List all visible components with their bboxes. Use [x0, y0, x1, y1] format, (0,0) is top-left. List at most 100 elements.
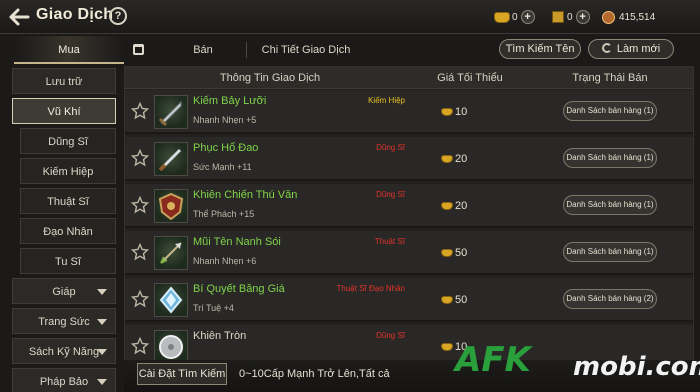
sale-list-button[interactable]: Danh Sách bán hàng (1): [563, 242, 657, 262]
item-stat: Sức Mạnh +11: [193, 162, 252, 172]
item-icon-frame[interactable]: [154, 142, 188, 176]
sidebar-item-armor[interactable]: Giáp: [12, 278, 116, 304]
page-title: Giao Dịch: [36, 6, 114, 23]
sidebar-item-label: Tu Sĩ: [55, 256, 81, 268]
sword-icon: [158, 100, 182, 127]
item-icon-frame[interactable]: [154, 330, 188, 364]
category-sidebar: Lưu trữ Vũ Khí Dũng Sĩ Kiếm Hiệp Thuật S…: [8, 68, 120, 392]
sidebar-item-artifact[interactable]: Pháp Bảo: [12, 368, 116, 392]
tab-bar: Mua Bán Chi Tiết Giao Dịch Tìm Kiếm Tên …: [0, 36, 700, 64]
gold-ingot-icon: [441, 296, 453, 304]
header-min-price: Giá Tối Thiểu: [437, 72, 503, 84]
search-settings-button[interactable]: Cài Đặt Tìm Kiếm: [137, 363, 227, 385]
item-price-value: 10: [455, 106, 468, 118]
add-gold-button[interactable]: +: [520, 10, 535, 24]
watermark-part1: AFK: [455, 340, 531, 380]
favorite-star-icon[interactable]: [131, 149, 149, 167]
item-icon-frame[interactable]: [154, 236, 188, 270]
item-stat: Nhanh Nhẹn +6: [193, 256, 257, 266]
sale-list-button[interactable]: Danh Sách bán hàng (2): [563, 289, 657, 309]
sidebar-item-thuat-si[interactable]: Thuật Sĩ: [20, 188, 116, 214]
item-class-tag: Thuật Sĩ: [374, 237, 405, 246]
tab-sell[interactable]: Bán: [170, 36, 236, 64]
currency-gold-value: 0: [512, 11, 518, 23]
item-class-tag: Dũng Sĩ: [376, 143, 405, 152]
tab-detail[interactable]: Chi Tiết Giao Dịch: [256, 36, 356, 64]
refresh-button[interactable]: Làm mới: [588, 39, 674, 59]
watermark-part2: mobi.com: [573, 352, 700, 382]
round-shield-icon: [159, 335, 183, 359]
favorite-star-icon[interactable]: [131, 243, 149, 261]
item-price: 10: [441, 105, 467, 119]
table-row[interactable]: Kiếm Bảy Lưỡi Nhanh Nhẹn +5 Kiếm Hiệp 10 Dan…: [125, 90, 693, 134]
back-arrow-icon[interactable]: [8, 7, 30, 27]
sidebar-item-storage[interactable]: Lưu trữ: [12, 68, 116, 94]
item-price: 50: [441, 246, 467, 260]
tab-active-indicator: [14, 62, 124, 64]
sale-list-button[interactable]: Danh Sách bán hàng (1): [563, 101, 657, 121]
item-price: 20: [441, 199, 467, 213]
refresh-icon: [601, 43, 612, 53]
add-ticket-button[interactable]: +: [575, 10, 590, 24]
item-name: Bí Quyết Băng Giá: [193, 283, 285, 295]
gold-ingot-icon: [441, 343, 453, 351]
item-stat: Thể Phách +15: [193, 209, 255, 219]
coin-icon: [602, 10, 615, 24]
search-name-button[interactable]: Tìm Kiếm Tên: [499, 39, 581, 59]
item-stat: Trí Tuệ +4: [193, 303, 234, 313]
tab-buy[interactable]: Mua: [14, 36, 124, 64]
chevron-down-icon: [97, 379, 107, 385]
favorite-star-icon[interactable]: [131, 196, 149, 214]
watermark-logo: AFK mobi.com: [455, 340, 700, 392]
sale-list-button[interactable]: Danh Sách bán hàng (1): [563, 148, 657, 168]
item-price-value: 50: [455, 247, 468, 259]
help-icon[interactable]: ?: [109, 7, 127, 25]
item-stat: Nhanh Nhẹn +5: [193, 115, 257, 125]
currency-ticket-value: 0: [567, 11, 573, 23]
tab-divider: [246, 42, 247, 58]
sidebar-item-label: Thuật Sĩ: [47, 196, 89, 208]
sidebar-item-jewelry[interactable]: Trang Sức: [12, 308, 116, 334]
sidebar-item-label: Sách Kỹ Năng: [28, 346, 100, 358]
currency-ticket: 0 +: [552, 9, 590, 25]
table-row[interactable]: Mũi Tên Nanh Sói Nhanh Nhẹn +6 Thuật Sĩ 50 D…: [125, 231, 693, 275]
sidebar-item-label: Đạo Nhân: [43, 226, 93, 238]
item-class-tag: Kiếm Hiệp: [368, 96, 405, 105]
item-name: Khiên Tròn: [193, 330, 247, 342]
ticket-icon: [552, 11, 564, 23]
ice-icon: [159, 286, 183, 314]
sidebar-item-weapon[interactable]: Vũ Khí: [12, 98, 116, 124]
favorite-star-icon[interactable]: [131, 102, 149, 120]
sidebar-item-dung-si[interactable]: Dũng Sĩ: [20, 128, 116, 154]
table-row[interactable]: Phục Hổ Đao Sức Mạnh +11 Dũng Sĩ 20 Danh Sác…: [125, 137, 693, 181]
gold-ingot-icon: [441, 202, 453, 210]
item-price: 20: [441, 152, 467, 166]
table-row[interactable]: Bí Quyết Băng Giá Trí Tuệ +4 Thuật Sĩ Đạo …: [125, 278, 693, 322]
chevron-down-icon: [97, 349, 107, 355]
gold-ingot-icon: [441, 155, 453, 163]
sidebar-item-skill-book[interactable]: Sách Kỹ Năng: [12, 338, 116, 364]
sidebar-item-dao-nhan[interactable]: Đạo Nhân: [20, 218, 116, 244]
item-price-value: 20: [455, 200, 468, 212]
chevron-down-icon: [97, 319, 107, 325]
item-icon-frame[interactable]: [154, 95, 188, 129]
currency-gold: 0 +: [494, 9, 535, 25]
arrow-icon: [160, 242, 182, 264]
sidebar-item-label: Trang Sức: [38, 316, 90, 328]
sidebar-item-label: Giáp: [52, 286, 76, 298]
item-icon-frame[interactable]: [154, 283, 188, 317]
item-class-tag: Thuật Sĩ Đạo Nhân: [336, 284, 405, 293]
table-row[interactable]: Khiên Chiến Thú Văn Thể Phách +15 Dũng Sĩ 2…: [125, 184, 693, 228]
sidebar-item-tu-si[interactable]: Tu Sĩ: [20, 248, 116, 274]
item-name: Phục Hổ Đao: [193, 142, 259, 154]
favorite-star-icon[interactable]: [131, 337, 149, 355]
sidebar-item-kiem-hiep[interactable]: Kiếm Hiệp: [20, 158, 116, 184]
sale-list-button[interactable]: Danh Sách bán hàng (1): [563, 195, 657, 215]
item-icon-frame[interactable]: [154, 189, 188, 223]
item-name: Kiếm Bảy Lưỡi: [193, 95, 267, 107]
item-price-value: 50: [455, 294, 468, 306]
sidebar-item-label: Lưu trữ: [45, 76, 83, 88]
sidebar-item-label: Pháp Bảo: [39, 376, 89, 388]
favorite-star-icon[interactable]: [131, 290, 149, 308]
gold-ingot-icon: [441, 108, 453, 116]
